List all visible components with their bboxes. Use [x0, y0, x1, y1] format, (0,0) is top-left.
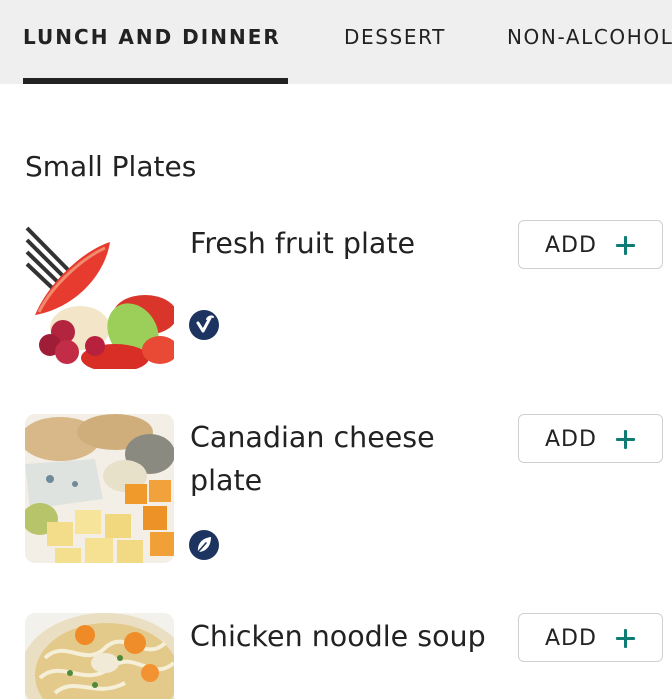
- plus-icon: [616, 430, 635, 449]
- vegetarian-leaf-icon: [189, 530, 219, 560]
- menu-item: Fresh fruit plate ADD: [0, 220, 672, 370]
- section-title: Small Plates: [25, 150, 197, 183]
- tab-non-alcoholic[interactable]: NON-ALCOHOLIC: [507, 0, 672, 84]
- tab-label: LUNCH AND DINNER: [23, 25, 281, 49]
- tab-dessert[interactable]: DESSERT: [344, 0, 446, 84]
- add-button-label: ADD: [545, 626, 597, 651]
- add-button[interactable]: ADD: [518, 613, 663, 662]
- plus-icon: [616, 629, 635, 648]
- tab-lunch-and-dinner[interactable]: LUNCH AND DINNER: [23, 0, 288, 84]
- menu-item: Canadian cheese plate ADD: [0, 414, 672, 564]
- plus-icon: [616, 236, 635, 255]
- add-button-label: ADD: [545, 233, 597, 258]
- menu-item: Chicken noodle soup ADD: [0, 613, 672, 699]
- item-name: Fresh fruit plate: [190, 227, 416, 260]
- add-button[interactable]: ADD: [518, 414, 663, 463]
- cheese-plate-illustration: [25, 414, 174, 563]
- item-name: Chicken noodle soup: [190, 620, 486, 653]
- add-button[interactable]: ADD: [518, 220, 663, 269]
- item-name: Canadian cheese plate: [190, 421, 435, 497]
- chicken-soup-illustration: [25, 613, 174, 699]
- active-tab-indicator: [23, 78, 288, 84]
- tab-label: DESSERT: [344, 25, 446, 49]
- tab-label: NON-ALCOHOLIC: [507, 25, 672, 49]
- category-tab-bar: LUNCH AND DINNER DESSERT NON-ALCOHOLIC: [0, 0, 672, 84]
- vegan-check-icon: [189, 310, 219, 340]
- fruit-plate-image[interactable]: [25, 220, 174, 369]
- fruit-plate-illustration: [25, 220, 174, 369]
- cheese-plate-image[interactable]: [25, 414, 174, 563]
- chicken-soup-image[interactable]: [25, 613, 174, 699]
- add-button-label: ADD: [545, 427, 597, 452]
